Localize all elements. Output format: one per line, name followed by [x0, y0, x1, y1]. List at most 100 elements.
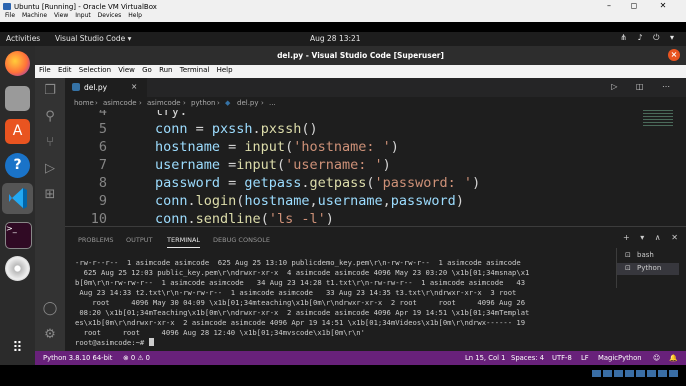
breadcrumb-file[interactable]: del.py: [237, 99, 259, 107]
code-token: =: [187, 121, 212, 137]
tab-terminal[interactable]: TERMINAL: [167, 236, 201, 248]
line-number: 7: [98, 157, 107, 173]
feedback-icon[interactable]: ☺: [653, 354, 660, 362]
code-token: =: [220, 139, 245, 155]
tab-del-py[interactable]: del.py ×: [65, 78, 147, 97]
app-menu[interactable]: Visual Studio Code ▾: [55, 34, 131, 43]
line-code: conn = pxssh.pxssh(): [155, 120, 318, 138]
tab-output[interactable]: OUTPUT: [126, 236, 153, 244]
panel-actions[interactable]: + ▾ ∧ ✕: [623, 233, 682, 242]
terminal-label: Python: [637, 264, 662, 272]
cursor-position[interactable]: Ln 15, Col 1: [465, 354, 506, 362]
breadcrumb-separator: ›: [183, 99, 186, 107]
breadcrumb-separator: ›: [217, 99, 220, 107]
terminal-text: root@asimcode:~#: [75, 338, 149, 347]
menu-edit[interactable]: Edit: [58, 66, 72, 74]
maximize-button[interactable]: ◻: [623, 0, 645, 12]
clock[interactable]: Aug 28 13:21: [310, 34, 361, 43]
terminal-entry-python[interactable]: ⊡ Python: [617, 263, 679, 275]
problems-indicator[interactable]: ⊗ 0 ⚠ 0: [123, 354, 150, 362]
menu-file[interactable]: File: [39, 66, 51, 74]
encoding[interactable]: UTF-8: [552, 354, 572, 362]
menu-terminal[interactable]: Terminal: [180, 66, 210, 74]
code-editor[interactable]: 4 try: 5 conn = pxssh.pxssh() 6 hostname = in…: [65, 110, 686, 226]
line-code: password = getpass.getpass('password: '): [155, 174, 480, 192]
vbox-menu-view[interactable]: View: [54, 12, 68, 19]
tab-problems[interactable]: PROBLEMS: [78, 236, 113, 244]
firefox-icon[interactable]: [5, 51, 30, 76]
terminal-icon[interactable]: >_: [5, 222, 32, 249]
code-token: .: [187, 193, 196, 209]
vscode-window-title: del.py - Visual Studio Code [Superuser]: [277, 51, 444, 60]
minimize-button[interactable]: –: [598, 0, 620, 12]
breadcrumb-python[interactable]: python: [191, 99, 216, 107]
line-number: 9: [98, 193, 107, 209]
vscode-close-button[interactable]: ×: [668, 49, 680, 61]
terminal-text: -rw-r--r-- 1 asimcode asimcode 625 Aug 2…: [75, 258, 521, 267]
activities-button[interactable]: Activities: [6, 34, 40, 43]
breadcrumb-asimcode[interactable]: asimcode: [147, 99, 181, 107]
close-button[interactable]: ✕: [652, 0, 674, 12]
vbox-menu-machine[interactable]: Machine: [22, 12, 47, 19]
terminal-list: ⊡ bash ⊡ Python: [616, 248, 686, 288]
terminal-text: es\x1b[0m\r\ndrwxr-xr-x 2 asimcode asimc…: [75, 318, 526, 327]
source-control-icon[interactable]: ⑂: [41, 134, 59, 152]
line-code: hostname = input('hostname: '): [155, 138, 399, 156]
code-token: pxssh: [260, 121, 302, 137]
code-token: conn: [155, 193, 188, 209]
files-icon[interactable]: [5, 86, 30, 111]
code-token: hostname: [244, 193, 310, 209]
terminal-line: b[0m\r\n-rw-rw-r-- 1 asimcode asimcode 3…: [75, 278, 615, 288]
vscode-icon[interactable]: [2, 183, 33, 214]
code-token: =: [220, 157, 237, 173]
editor-actions[interactable]: ▷ ◫ ⋯: [611, 82, 678, 91]
search-icon[interactable]: ⚲: [41, 108, 59, 126]
vbox-menu-input[interactable]: Input: [75, 12, 91, 19]
apps-grid-icon[interactable]: ⠿: [5, 336, 30, 361]
menu-run[interactable]: Run: [159, 66, 172, 74]
tab-close-icon[interactable]: ×: [131, 82, 137, 91]
breadcrumb-asimcode[interactable]: asimcode: [103, 99, 137, 107]
menu-go[interactable]: Go: [142, 66, 152, 74]
notifications-icon[interactable]: 🔔: [669, 354, 677, 362]
python-interpreter[interactable]: Python 3.8.10 64-bit: [43, 354, 112, 362]
code-token: (: [285, 139, 294, 155]
indentation[interactable]: Spaces: 4: [511, 354, 544, 362]
menu-view[interactable]: View: [118, 66, 135, 74]
code-token: hostname: [155, 139, 221, 155]
terminal-output[interactable]: -rw-r--r-- 1 asimcode asimcode 625 Aug 2…: [75, 258, 615, 352]
language-mode[interactable]: MagicPython: [598, 354, 642, 362]
end-of-line[interactable]: LF: [581, 354, 589, 362]
terminal-line: root 4096 May 30 04:09 \x1b[01;34mteachi…: [75, 298, 615, 308]
terminal-label: bash: [637, 251, 654, 259]
code-token: (: [276, 157, 286, 173]
breadcrumb-symbol[interactable]: ...: [269, 99, 276, 107]
explorer-icon[interactable]: ❐: [41, 82, 59, 100]
vbox-menu-help[interactable]: Help: [128, 12, 142, 19]
settings-icon[interactable]: ⚙: [41, 326, 59, 344]
extensions-icon[interactable]: ⊞: [41, 186, 59, 204]
terminal-line: -rw-r--r-- 1 asimcode asimcode 625 Aug 2…: [75, 258, 615, 268]
help-icon[interactable]: ?: [5, 153, 30, 178]
tab-debug-console[interactable]: DEBUG CONSOLE: [213, 236, 270, 244]
run-debug-icon[interactable]: ▷: [41, 160, 59, 178]
terminal-text: b[0m\r\n-rw-rw-r-- 1 asimcode asimcode 3…: [75, 278, 526, 287]
terminal-icon: ⊡: [625, 251, 631, 259]
software-icon[interactable]: A: [5, 119, 30, 144]
account-icon[interactable]: ◯: [41, 300, 59, 318]
minimap[interactable]: [643, 110, 673, 140]
breadcrumb-separator: ›: [139, 99, 142, 107]
virtualbox-icon: [3, 3, 11, 10]
dvd-icon[interactable]: [5, 256, 30, 281]
breadcrumb-home[interactable]: home: [74, 99, 94, 107]
terminal-text: root 4096 May 30 04:09 \x1b[01;34mteachi…: [75, 298, 526, 307]
menu-selection[interactable]: Selection: [79, 66, 111, 74]
system-tray[interactable]: ⋔ ♪ ⏻ ▾: [620, 33, 678, 43]
terminal-line: 08:20 \x1b[01;34mTeaching\x1b[0m\r\ndrwx…: [75, 308, 615, 318]
menu-help[interactable]: Help: [217, 66, 233, 74]
code-token: (: [366, 175, 375, 191]
vbox-menu-devices[interactable]: Devices: [98, 12, 122, 19]
vbox-menu-file[interactable]: File: [5, 12, 15, 19]
code-token: ): [382, 157, 391, 173]
code-token: getpass: [244, 175, 302, 191]
